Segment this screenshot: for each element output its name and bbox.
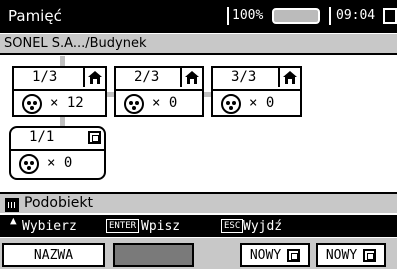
node-count: × 0: [152, 95, 178, 111]
help-esc: Wyjdź: [243, 219, 283, 234]
node-index: 1/3: [32, 69, 58, 85]
empty-softkey[interactable]: [113, 243, 194, 267]
tree-connector: [60, 56, 65, 66]
object-node-selected[interactable]: 1/1 × 0: [9, 126, 106, 180]
subobject-bar: Podobiekt: [0, 192, 397, 213]
node-index: 3/3: [231, 69, 257, 85]
socket-icon: [124, 94, 144, 114]
help-select: Wybierz: [22, 219, 77, 234]
name-button[interactable]: NAZWA: [2, 243, 105, 267]
divider: [329, 7, 331, 25]
help-bar: ▲ Wybierz ENTER Wpisz ESC Wyjdź: [0, 214, 397, 237]
socket-icon: [19, 154, 39, 174]
frame-icon: [84, 128, 104, 147]
subobject-label: Podobiekt: [24, 195, 93, 211]
frame-icon: [363, 248, 377, 262]
node-count: × 0: [47, 155, 73, 171]
new-subobject-button[interactable]: NOWY: [316, 243, 386, 267]
node-count: × 12: [50, 95, 84, 111]
app-title: Pamięć: [8, 7, 62, 25]
divider: [227, 7, 229, 25]
softkey-bar: NAZWA NOWY NOWY: [0, 238, 397, 269]
building-icon: [83, 68, 105, 87]
enter-key-icon: ENTER: [106, 219, 140, 233]
new-object-button[interactable]: NOWY: [240, 243, 310, 267]
object-node-1[interactable]: 1/3 × 12: [12, 66, 107, 117]
status-bar: Pamięć 100% 09:04: [0, 0, 397, 33]
breadcrumb: SONEL S.A.../Budynek: [0, 34, 397, 55]
list-icon: [5, 198, 19, 212]
arrows-icon: ▲: [10, 214, 17, 227]
object-node-3[interactable]: 3/3 × 0: [211, 66, 302, 117]
object-node-2[interactable]: 2/3 × 0: [114, 66, 204, 117]
socket-icon: [221, 94, 241, 114]
signal-icon: [383, 8, 397, 24]
node-index: 2/3: [134, 69, 160, 85]
battery-icon: [272, 8, 320, 24]
battery-percent: 100%: [232, 8, 264, 23]
frame-icon: [287, 248, 301, 262]
building-icon: [278, 68, 300, 87]
node-index: 1/1: [29, 129, 55, 145]
path-text: SONEL S.A.../Budynek: [4, 36, 147, 51]
socket-icon: [22, 94, 42, 114]
help-enter: Wpisz: [141, 219, 181, 234]
esc-key-icon: ESC: [221, 219, 244, 233]
clock: 09:04: [336, 8, 376, 23]
node-count: × 0: [249, 95, 275, 111]
building-icon: [180, 68, 202, 87]
selection-highlight: 1/1 × 0: [9, 126, 106, 180]
